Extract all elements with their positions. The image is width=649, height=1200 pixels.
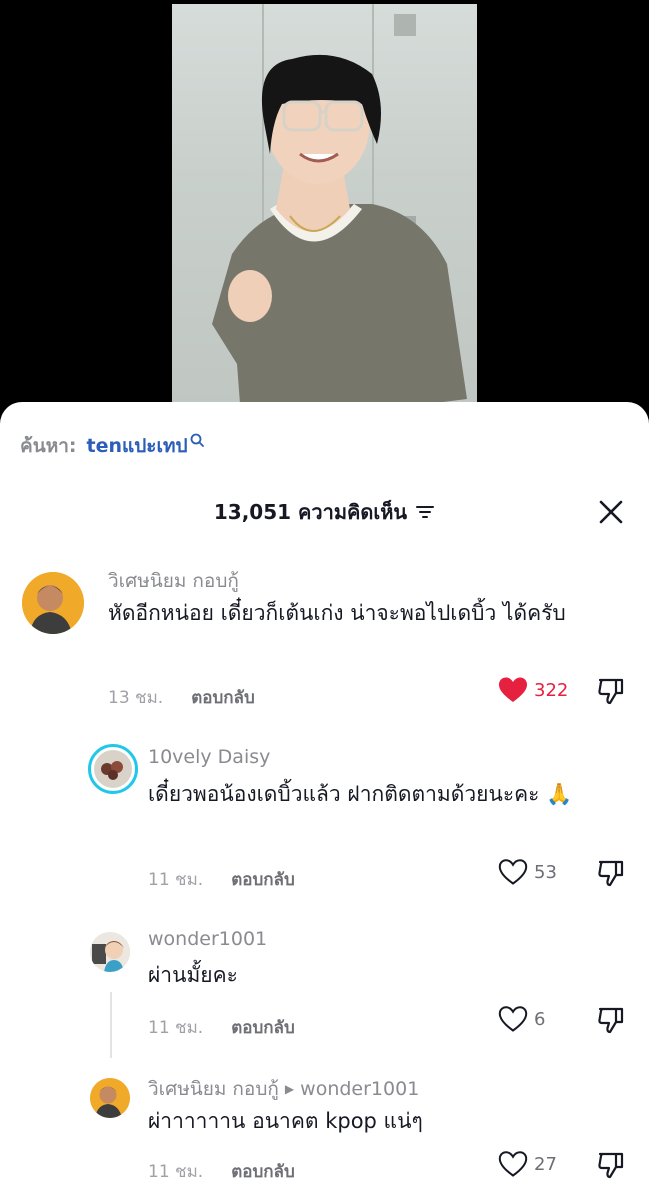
comment-time: 11 ชม.	[148, 1162, 204, 1182]
close-icon[interactable]	[597, 498, 625, 526]
sort-filter-icon[interactable]	[415, 504, 435, 520]
comment-meta: 13 ชม. ตอบกลับ	[108, 684, 255, 711]
heart-outline-icon	[498, 859, 528, 885]
like-button[interactable]: 27	[498, 1150, 557, 1178]
heart-outline-icon	[498, 1151, 528, 1177]
comments-sheet: ค้นหา: tenแปะเทป 13,051 ความคิดเห็น วิเศ…	[0, 402, 649, 1200]
reply-button[interactable]: ตอบกลับ	[231, 870, 295, 890]
reply-target-name[interactable]: wonder1001	[300, 1078, 419, 1100]
avatar[interactable]	[88, 744, 138, 794]
thread-line	[110, 992, 112, 1058]
comment-meta: 11 ชม. ตอบกลับ	[148, 1158, 295, 1185]
avatar[interactable]	[90, 932, 130, 972]
avatar[interactable]	[90, 1078, 130, 1118]
comment-time: 13 ชม.	[108, 688, 164, 708]
like-button[interactable]: 6	[498, 1005, 545, 1033]
like-count: 53	[534, 861, 557, 883]
dislike-icon[interactable]	[596, 1150, 626, 1180]
like-count: 6	[534, 1008, 546, 1030]
comment-author[interactable]: วิเศษนิยม กอบกู้	[108, 566, 239, 596]
video-person-figure	[212, 14, 467, 430]
search-suggestion[interactable]: ค้นหา: tenแปะเทป	[20, 432, 204, 460]
heart-outline-icon	[498, 1006, 528, 1032]
heart-filled-icon	[499, 677, 527, 702]
like-button[interactable]: 322	[498, 676, 568, 704]
comment-count-title: 13,051 ความคิดเห็น	[213, 500, 408, 524]
comment-text: ผ่าาาาาาน อนาคต kpop แน่ๆ	[148, 1109, 423, 1133]
search-prefix-label: ค้นหา:	[20, 435, 77, 457]
like-count: 27	[534, 1153, 557, 1175]
video-player[interactable]	[0, 0, 649, 430]
dislike-icon[interactable]	[596, 1005, 626, 1035]
comment-author[interactable]: 10vely Daisy	[148, 746, 270, 768]
comment-meta: 11 ชม. ตอบกลับ	[148, 866, 295, 893]
video-frame[interactable]	[172, 4, 477, 430]
like-button[interactable]: 53	[498, 858, 557, 886]
comments-header: 13,051 ความคิดเห็น	[0, 494, 649, 530]
search-icon	[190, 433, 204, 447]
avatar[interactable]	[22, 572, 84, 634]
comment-author-name[interactable]: วิเศษนิยม กอบกู้	[148, 1078, 279, 1100]
comment-time: 11 ชม.	[148, 870, 204, 890]
dislike-icon[interactable]	[596, 858, 626, 888]
reply-arrow-icon: ▶	[284, 1082, 295, 1096]
reply-button[interactable]: ตอบกลับ	[231, 1018, 295, 1038]
reply-button[interactable]: ตอบกลับ	[191, 688, 255, 708]
comment-text: เดี๋ยวพอน้องเดบิ้วแล้ว ฝากติดตามด้วยนะคะ…	[148, 782, 573, 806]
comment-author[interactable]: wonder1001	[148, 928, 267, 950]
comment-text: ผ่านมั้ยคะ	[148, 963, 238, 987]
search-term-link[interactable]: tenแปะเทป	[87, 431, 188, 461]
comment-author[interactable]: วิเศษนิยม กอบกู้ ▶ wonder1001	[148, 1074, 419, 1104]
reply-button[interactable]: ตอบกลับ	[231, 1162, 295, 1182]
dislike-icon[interactable]	[596, 676, 626, 706]
like-count: 322	[534, 679, 569, 701]
comment-meta: 11 ชม. ตอบกลับ	[148, 1014, 295, 1041]
comment-time: 11 ชม.	[148, 1018, 204, 1038]
comment-text: หัดอีกหน่อย เดี๋ยวก็เต้นเก่ง น่าจะพอไปเด…	[108, 601, 566, 625]
